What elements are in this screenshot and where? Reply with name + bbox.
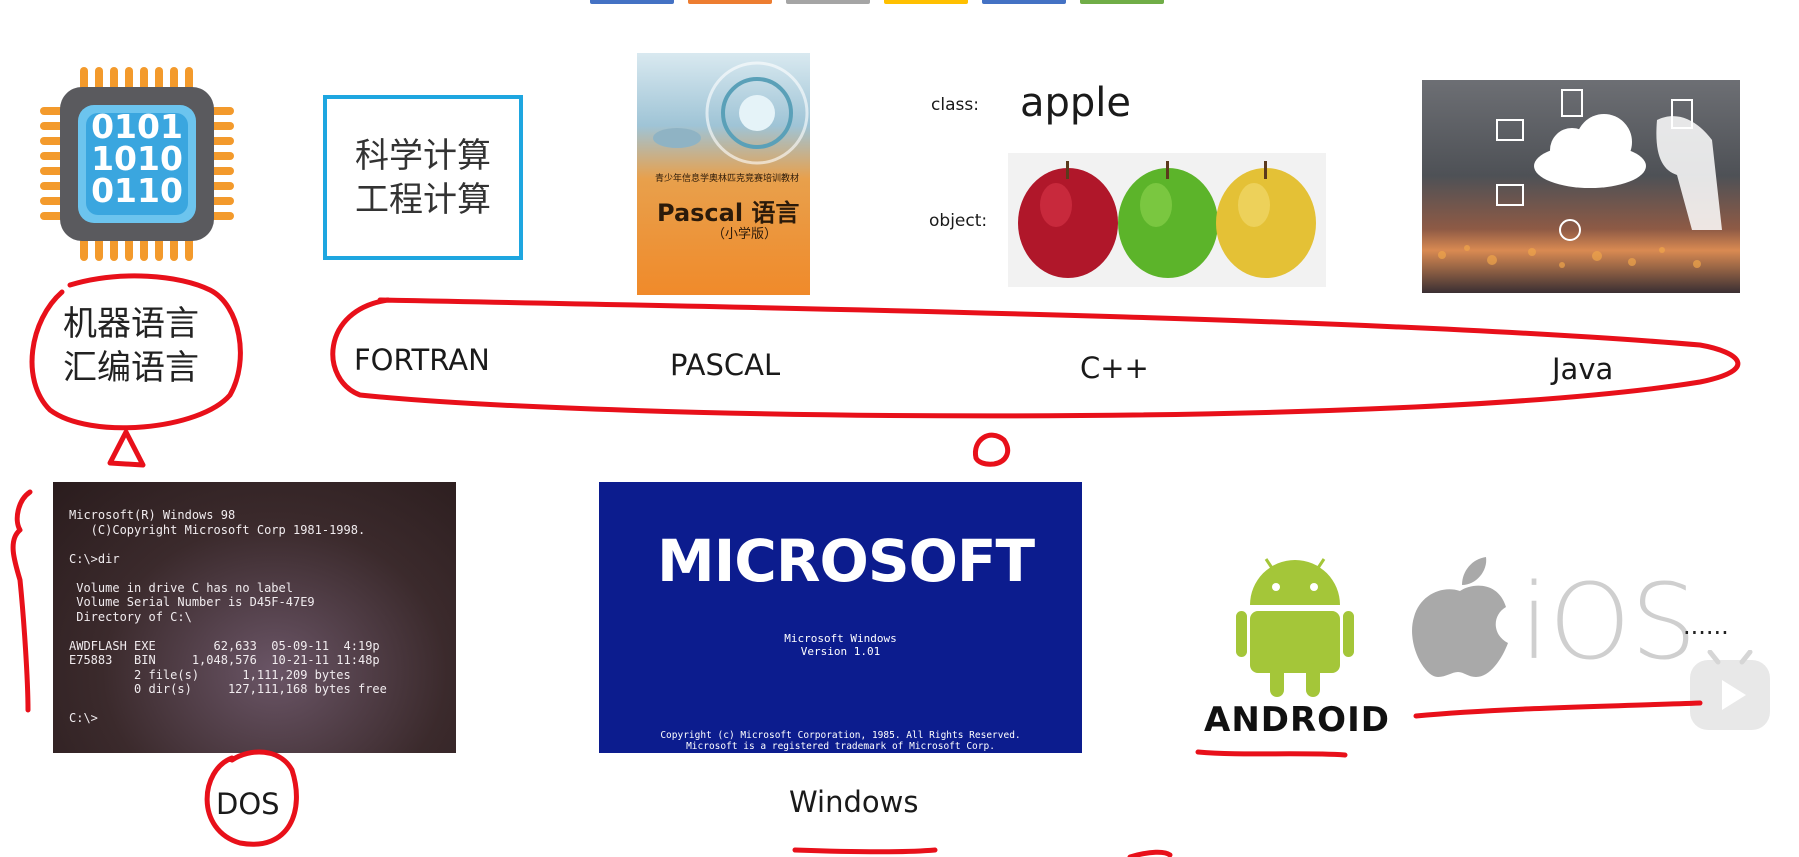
- annotation-circle-dos: [204, 749, 299, 847]
- annotation-bracket-dos: [10, 489, 33, 713]
- annotation-triangle-mid: [972, 432, 1011, 467]
- annotation-underline-ios: [1413, 700, 1703, 719]
- annotation-underline-android: [1195, 749, 1348, 758]
- annotation-underline-windows: [792, 847, 938, 855]
- annotation-ellipse-languages: [330, 297, 1741, 419]
- annotation-mark-bottom: [1127, 849, 1173, 857]
- annotation-triangle-left: [107, 429, 146, 468]
- annotation-circle-low-level: [29, 273, 243, 431]
- annotation-layer: [10, 273, 1741, 857]
